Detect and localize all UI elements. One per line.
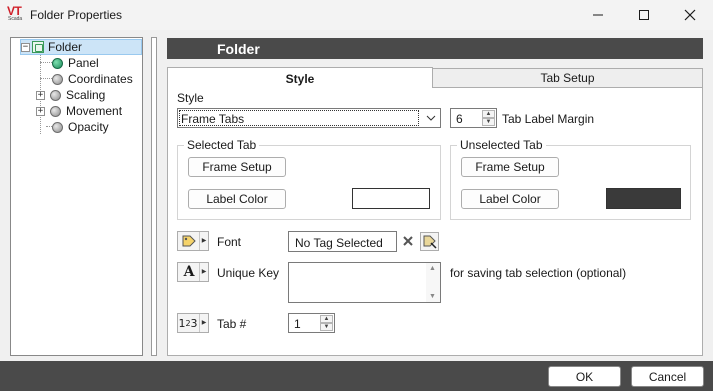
tag-icon bbox=[180, 233, 198, 249]
increment-icon[interactable]: ▲ bbox=[320, 315, 333, 323]
green-dot-icon bbox=[52, 57, 63, 69]
tree-item-folder[interactable]: − Folder bbox=[20, 39, 142, 55]
unique-key-label: Unique Key bbox=[217, 266, 280, 280]
tree-item-coordinates[interactable]: Coordinates bbox=[52, 71, 133, 87]
grey-dot-icon bbox=[52, 73, 63, 85]
tab-label: Tab Setup bbox=[540, 71, 595, 85]
expand-icon[interactable]: + bbox=[36, 90, 45, 100]
scroll-down-icon[interactable]: ▼ bbox=[429, 293, 436, 300]
unique-key-input[interactable]: ▲ ▼ bbox=[288, 262, 441, 303]
tab-label: Style bbox=[285, 71, 315, 86]
stepper-arrows[interactable]: ▲ ▼ bbox=[482, 110, 495, 126]
close-button[interactable] bbox=[667, 0, 713, 30]
grey-dot-icon bbox=[52, 121, 63, 133]
font-value: No Tag Selected bbox=[295, 236, 383, 250]
button-label: Frame Setup bbox=[202, 160, 272, 174]
ok-button[interactable]: OK bbox=[548, 366, 621, 387]
focus-outline bbox=[179, 110, 419, 126]
font-tag-field[interactable]: No Tag Selected bbox=[288, 231, 397, 252]
style-panel bbox=[167, 88, 703, 356]
tab-number-value: 1 bbox=[294, 317, 301, 331]
button-label: Label Color bbox=[479, 192, 541, 206]
caret-right-icon: ▶ bbox=[199, 232, 208, 250]
unselected-color-swatch[interactable] bbox=[606, 188, 681, 209]
tree-connector bbox=[40, 62, 52, 63]
window-title: Folder Properties bbox=[30, 8, 123, 22]
property-tree: − Folder Panel Coordinates + Scaling + M… bbox=[10, 37, 143, 356]
splitter[interactable] bbox=[151, 37, 157, 356]
caret-right-icon: ▶ bbox=[199, 314, 208, 332]
grey-dot-icon bbox=[50, 89, 61, 101]
decrement-icon[interactable]: ▼ bbox=[320, 323, 333, 331]
clear-tag-button[interactable] bbox=[400, 233, 416, 249]
style-label: Style bbox=[177, 91, 204, 105]
tree-item-scaling[interactable]: + Scaling bbox=[36, 87, 105, 103]
font-parameter-button[interactable]: ▶ bbox=[177, 231, 209, 251]
tab-label-margin-stepper[interactable]: 6 ▲ ▼ bbox=[450, 108, 497, 128]
tree-item-label: Opacity bbox=[68, 120, 109, 134]
minimize-button[interactable] bbox=[575, 0, 621, 30]
selected-label-color-button[interactable]: Label Color bbox=[188, 189, 286, 209]
grey-dot-icon bbox=[50, 105, 61, 117]
minimize-icon bbox=[593, 14, 603, 16]
tab-number-stepper[interactable]: 1 ▲ ▼ bbox=[288, 313, 335, 333]
unique-key-hint: for saving tab selection (optional) bbox=[450, 266, 627, 280]
maximize-button[interactable] bbox=[621, 0, 667, 30]
collapse-icon[interactable]: − bbox=[21, 42, 30, 52]
scroll-up-icon[interactable]: ▲ bbox=[429, 265, 436, 272]
group-title: Selected Tab bbox=[184, 138, 260, 152]
button-label: Frame Setup bbox=[475, 160, 545, 174]
tree-item-label: Panel bbox=[68, 56, 99, 70]
button-label: Label Color bbox=[206, 192, 268, 206]
tree-connector bbox=[40, 78, 52, 79]
group-title: Unselected Tab bbox=[457, 138, 546, 152]
increment-icon[interactable]: ▲ bbox=[482, 110, 495, 118]
close-icon bbox=[684, 9, 696, 21]
app-logo: VT Scada bbox=[7, 4, 25, 22]
caret-right-icon: ▶ bbox=[199, 263, 208, 281]
margin-value: 6 bbox=[456, 112, 463, 126]
folder-icon bbox=[32, 41, 44, 53]
tree-item-label: Folder bbox=[48, 40, 83, 54]
vertical-scrollbar[interactable]: ▲ ▼ bbox=[426, 263, 440, 302]
tag-browse-icon bbox=[423, 235, 437, 249]
button-label: OK bbox=[575, 369, 594, 384]
text-icon: A bbox=[183, 264, 195, 280]
browse-tag-button[interactable] bbox=[420, 232, 439, 251]
tab-number-label: Tab # bbox=[217, 317, 247, 331]
page-title: Folder bbox=[217, 41, 260, 57]
unselected-label-color-button[interactable]: Label Color bbox=[461, 189, 559, 209]
font-label: Font bbox=[217, 235, 242, 249]
tree-item-opacity[interactable]: Opacity bbox=[52, 119, 109, 135]
logo-subtext: Scada bbox=[8, 16, 23, 22]
title-bar: VT Scada Folder Properties bbox=[0, 0, 713, 30]
cancel-button[interactable]: Cancel bbox=[631, 366, 704, 387]
tree-item-label: Scaling bbox=[66, 88, 106, 102]
unselected-frame-setup-button[interactable]: Frame Setup bbox=[461, 157, 559, 177]
decrement-icon[interactable]: ▼ bbox=[482, 118, 495, 126]
unique-key-parameter-button[interactable]: A ▶ bbox=[177, 262, 209, 282]
chevron-down-icon bbox=[426, 115, 436, 121]
tree-item-label: Coordinates bbox=[68, 72, 133, 86]
clear-icon bbox=[403, 236, 413, 246]
selected-frame-setup-button[interactable]: Frame Setup bbox=[188, 157, 286, 177]
tree-item-panel[interactable]: Panel bbox=[52, 55, 99, 71]
tree-item-label: Movement bbox=[66, 104, 123, 118]
section-header: Folder bbox=[167, 38, 703, 59]
tab-number-parameter-button[interactable]: 123 ▶ bbox=[177, 313, 209, 333]
tab-style[interactable]: Style bbox=[167, 67, 433, 89]
expand-icon[interactable]: + bbox=[36, 106, 45, 116]
tab-tab-setup[interactable]: Tab Setup bbox=[432, 68, 703, 88]
numeric-icon: 123 bbox=[178, 316, 198, 330]
selected-color-swatch[interactable] bbox=[352, 188, 430, 209]
tree-item-movement[interactable]: + Movement bbox=[36, 103, 122, 119]
margin-label: Tab Label Margin bbox=[502, 112, 595, 126]
button-label: Cancel bbox=[648, 369, 687, 384]
maximize-icon bbox=[639, 10, 649, 20]
stepper-arrows[interactable]: ▲ ▼ bbox=[320, 315, 333, 331]
